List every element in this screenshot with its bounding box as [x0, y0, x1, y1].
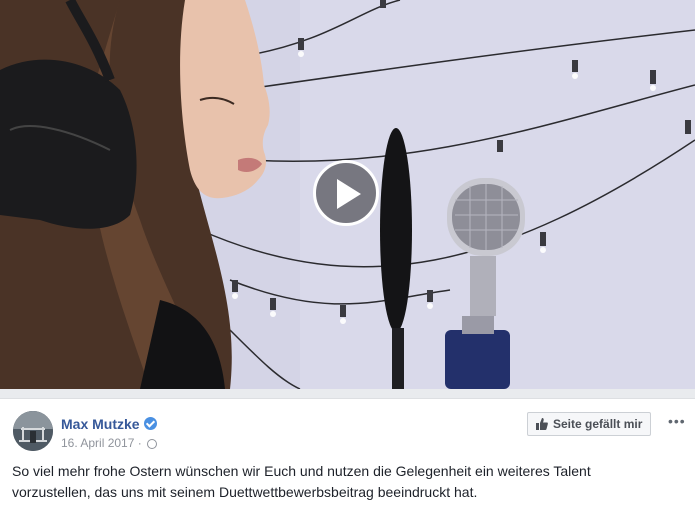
post-author[interactable]: Max Mutzke — [61, 416, 157, 432]
avatar[interactable] — [13, 411, 53, 451]
like-page-button[interactable]: Seite gefällt mir — [527, 412, 652, 436]
post-date[interactable]: 16. April 2017 — [61, 436, 134, 450]
play-icon — [337, 179, 361, 209]
post-text-line-2: vorzustellen, das uns mit seinem Duettwe… — [12, 484, 478, 500]
post-card: Max Mutzke 16. April 2017 · Seite gefäll… — [0, 398, 695, 507]
video-player[interactable] — [0, 0, 695, 389]
post-text: So viel mehr frohe Ostern wünschen wir E… — [12, 461, 682, 503]
thumbs-up-icon — [536, 418, 548, 430]
author-name[interactable]: Max Mutzke — [61, 416, 140, 432]
verified-badge-icon — [143, 417, 157, 430]
globe-icon[interactable] — [147, 439, 158, 449]
more-options-button[interactable]: ••• — [668, 413, 686, 429]
meta-separator: · — [137, 436, 142, 450]
post-text-line-1: So viel mehr frohe Ostern wünschen wir E… — [12, 463, 591, 479]
post-meta: 16. April 2017 · — [61, 436, 158, 450]
play-button[interactable] — [313, 160, 379, 226]
like-page-label: Seite gefällt mir — [553, 417, 643, 431]
